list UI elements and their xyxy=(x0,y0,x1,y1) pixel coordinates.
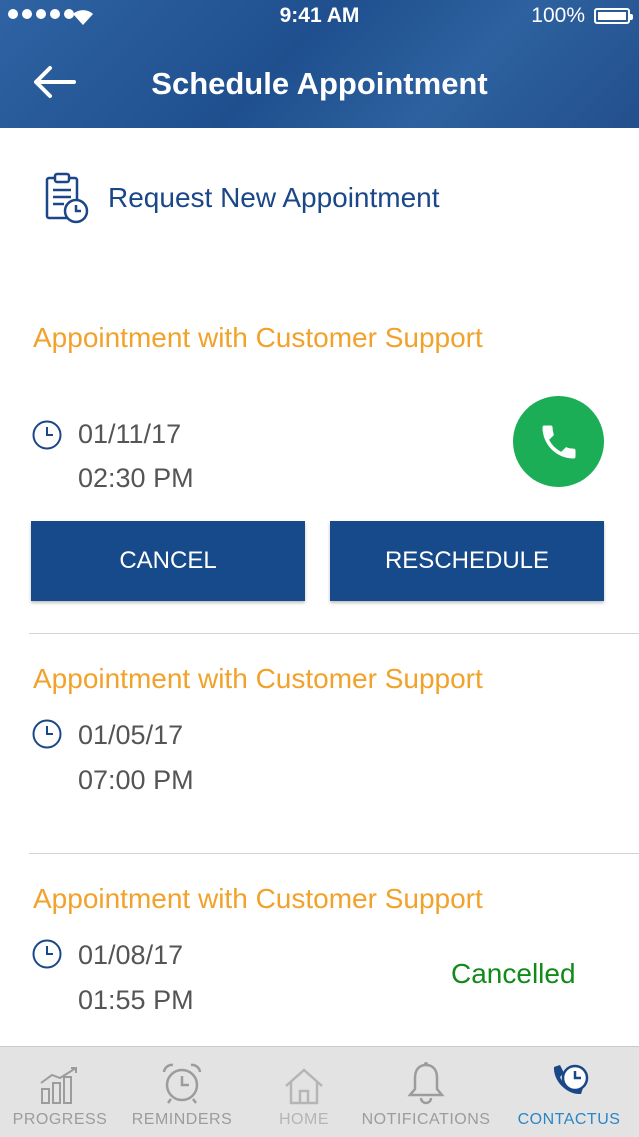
call-button[interactable] xyxy=(513,396,604,487)
tab-home[interactable]: HOME xyxy=(264,1047,344,1137)
tab-label: CONTACTUS xyxy=(517,1111,621,1128)
request-new-appointment-link[interactable]: Request New Appointment xyxy=(44,172,440,224)
appointment-time: 02:30 PM xyxy=(78,463,194,493)
clock-icon xyxy=(32,420,62,450)
tab-label: NOTIFICATIONS xyxy=(361,1111,491,1128)
tab-bar: PROGRESS REMINDERS HOME NOTIFICATIONS CO… xyxy=(0,1046,639,1137)
home-icon xyxy=(285,1068,323,1105)
tab-label: PROGRESS xyxy=(12,1111,108,1128)
status-bar: 9:41 AM 100% xyxy=(0,0,639,34)
appointment-title: Appointment with Customer Support xyxy=(33,883,483,914)
status-badge: Cancelled xyxy=(451,958,576,989)
alarm-clock-icon xyxy=(162,1063,202,1104)
battery-percentage: 100% xyxy=(531,4,585,27)
page-title: Schedule Appointment xyxy=(151,66,488,101)
appointment-title: Appointment with Customer Support xyxy=(33,663,483,694)
tab-label: REMINDERS xyxy=(131,1111,233,1128)
tab-progress[interactable]: PROGRESS xyxy=(10,1047,110,1137)
tab-notifications[interactable]: NOTIFICATIONS xyxy=(362,1047,490,1137)
appointment-date: 01/11/17 xyxy=(78,419,182,449)
cancel-button[interactable]: CANCEL xyxy=(31,521,305,601)
clock-icon xyxy=(32,939,62,969)
battery-icon xyxy=(594,8,633,24)
reschedule-button[interactable]: RESCHEDULE xyxy=(330,521,604,601)
appointment-date: 01/08/17 xyxy=(78,940,184,970)
divider xyxy=(29,853,639,854)
appointment-time: 01:55 PM xyxy=(78,985,194,1015)
tab-label: HOME xyxy=(279,1111,329,1128)
request-new-appointment-label: Request New Appointment xyxy=(108,182,440,213)
tab-contactus[interactable]: CONTACTUS xyxy=(512,1047,626,1137)
clipboard-clock-icon xyxy=(45,172,89,224)
chart-icon xyxy=(40,1067,77,1104)
phone-icon xyxy=(542,425,575,458)
appointment-date: 01/05/17 xyxy=(78,720,184,750)
app-header: 9:41 AM 100% Schedule Appointment xyxy=(0,0,639,128)
divider xyxy=(29,633,639,634)
clock-icon xyxy=(32,719,62,749)
phone-clock-icon xyxy=(553,1064,589,1095)
appointment-time: 07:00 PM xyxy=(78,765,194,795)
bell-icon xyxy=(407,1062,445,1105)
appointment-title: Appointment with Customer Support xyxy=(33,322,483,353)
tab-reminders[interactable]: REMINDERS xyxy=(130,1047,234,1137)
